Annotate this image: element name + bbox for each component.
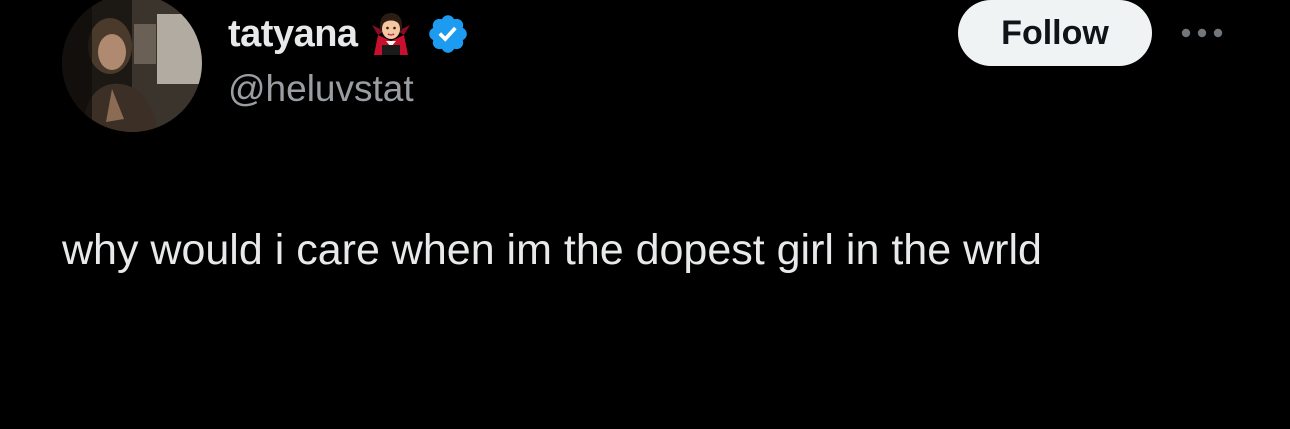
verified-badge-icon[interactable]: [426, 12, 470, 56]
more-options-button[interactable]: [1174, 18, 1230, 48]
follow-button[interactable]: Follow: [958, 0, 1152, 66]
tweet-text: why would i care when im the dopest girl…: [62, 226, 1042, 274]
avatar[interactable]: [62, 0, 202, 132]
display-name-row: tatyana: [228, 8, 470, 60]
tweet-card: tatyana @heluvstat Follow why would i ca…: [0, 0, 1290, 429]
vampire-woman-icon: [368, 11, 414, 57]
display-name[interactable]: tatyana: [228, 13, 358, 56]
avatar-photo: [62, 0, 202, 132]
more-horizontal-icon: [1181, 28, 1223, 38]
user-handle[interactable]: @heluvstat: [228, 68, 414, 110]
